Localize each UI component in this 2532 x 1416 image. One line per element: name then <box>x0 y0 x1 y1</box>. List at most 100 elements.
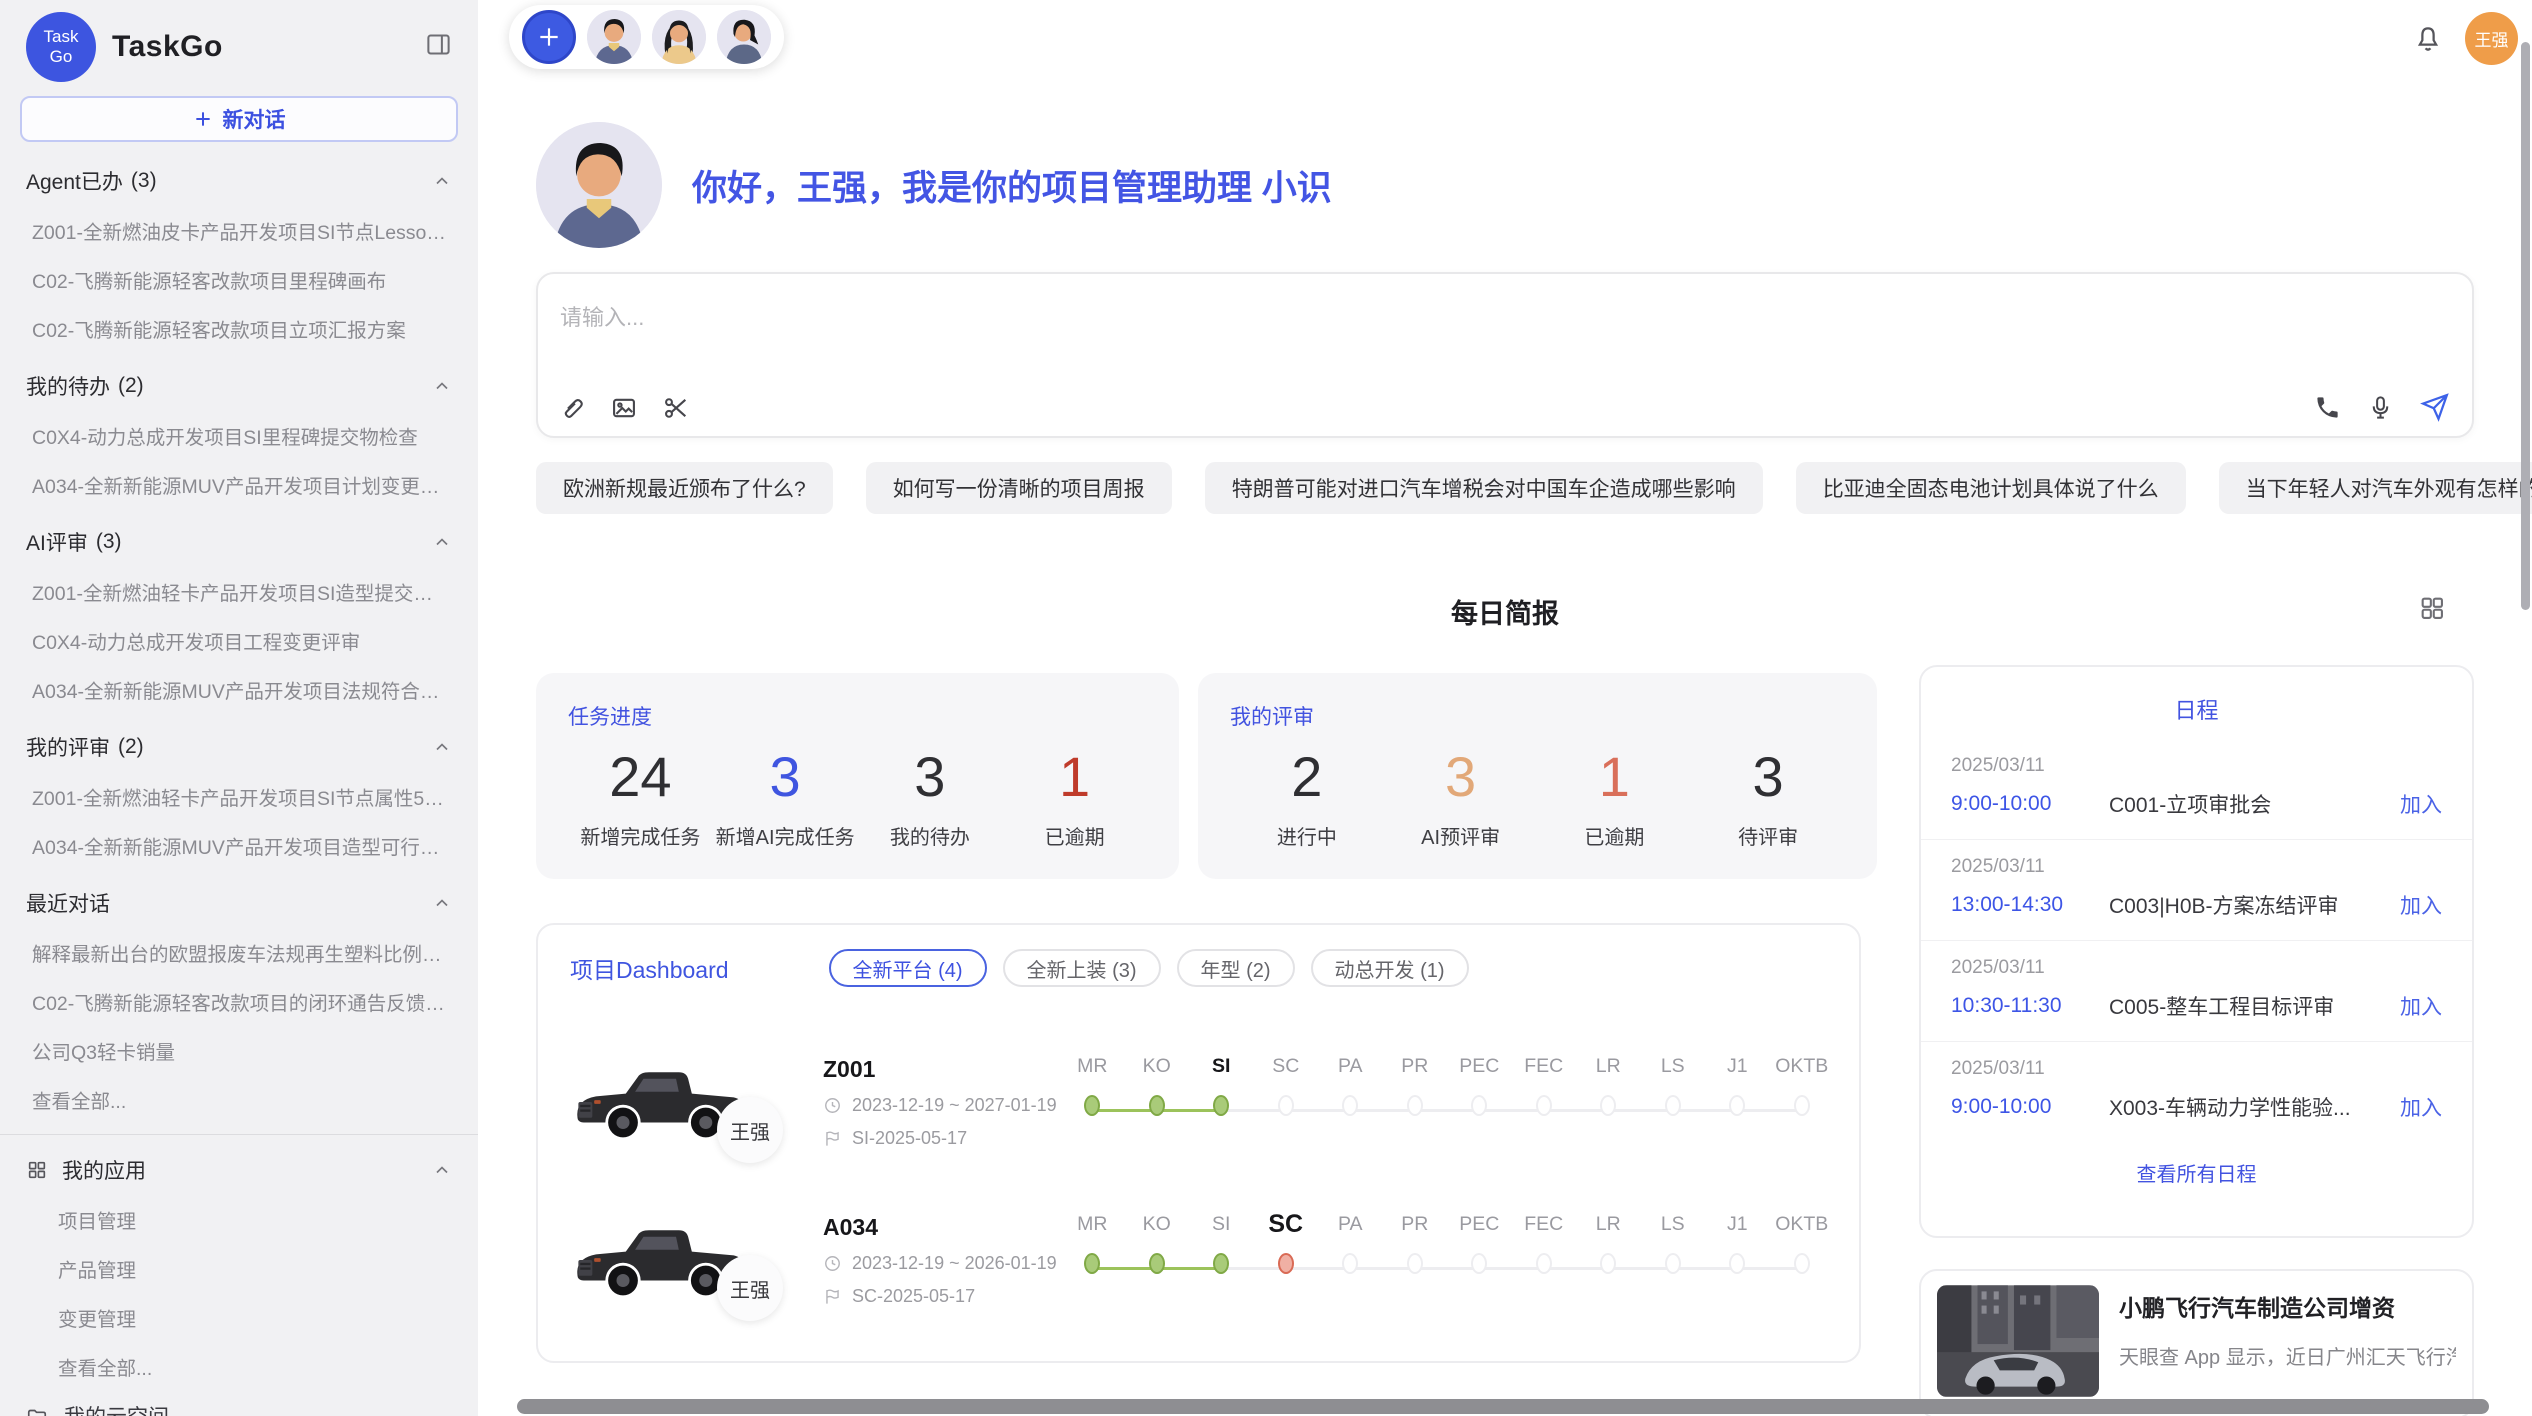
milestone-dot[interactable] <box>1342 1253 1358 1274</box>
layout-grid-icon[interactable] <box>2418 594 2446 627</box>
join-button[interactable]: 加入 <box>2400 991 2442 1021</box>
milestone-dot[interactable] <box>1665 1253 1681 1274</box>
milestone-dot[interactable] <box>1342 1095 1358 1116</box>
scissors-icon[interactable] <box>662 394 690 422</box>
recent-chat-item[interactable]: 解释最新出台的欧盟报废车法规再生塑料比例被调至15%... <box>0 928 478 977</box>
horizontal-scrollbar[interactable] <box>517 1399 2489 1414</box>
list-item[interactable]: A034-全新新能源MUV产品开发项目法规符合性评审 <box>0 665 478 714</box>
list-item[interactable]: Z001-全新燃油轻卡产品开发项目SI造型提交物评审 <box>0 567 478 616</box>
milestone-label: FEC <box>1512 1211 1577 1237</box>
send-icon[interactable] <box>2420 392 2450 422</box>
chevron-up-icon[interactable] <box>432 737 452 757</box>
chevron-up-icon[interactable] <box>432 532 452 552</box>
milestone-dot[interactable] <box>1084 1253 1100 1274</box>
schedule-event: 2025/03/11 13:00-14:30 C003|H0B-方案冻结评审 加… <box>1921 840 2472 941</box>
milestone-dot[interactable] <box>1084 1095 1100 1116</box>
section-title: AI评审 <box>26 527 88 557</box>
milestone-dot[interactable] <box>1213 1095 1229 1116</box>
suggestion-chip[interactable]: 比亚迪全固态电池计划具体说了什么 <box>1796 462 2186 514</box>
suggestion-chips: 欧洲新规最近颁布了什么? 如何写一份清晰的项目周报 特朗普可能对进口汽车增税会对… <box>536 462 2474 514</box>
recent-chat-item[interactable]: 公司Q3轻卡销量 <box>0 1026 478 1075</box>
suggestion-chip[interactable]: 如何写一份清晰的项目周报 <box>866 462 1172 514</box>
list-item[interactable]: C0X4-动力总成开发项目工程变更评审 <box>0 616 478 665</box>
stat-new-done[interactable]: 24 新增完成任务 <box>568 745 713 850</box>
milestone-dot[interactable] <box>1536 1095 1552 1116</box>
join-button[interactable]: 加入 <box>2400 789 2442 819</box>
chat-input[interactable] <box>560 300 2160 370</box>
milestone-dot[interactable] <box>1407 1253 1423 1274</box>
list-item[interactable]: A034-全新新能源MUV产品开发项目造型可行性评审 <box>0 821 478 870</box>
milestone-dot[interactable] <box>1471 1253 1487 1274</box>
apps-grid-icon <box>26 1159 48 1181</box>
section-header[interactable]: 我的应用 <box>0 1145 478 1195</box>
section-count: (3) <box>131 169 157 193</box>
stat-overdue[interactable]: 1 已逾期 <box>1002 745 1147 850</box>
stat-new-ai-done[interactable]: 3 新增AI完成任务 <box>713 745 858 850</box>
sidebar-item-cloud-space[interactable]: 我的云空间 <box>0 1391 478 1416</box>
milestone-dot[interactable] <box>1278 1095 1294 1116</box>
milestone-dot[interactable] <box>1149 1253 1165 1274</box>
section-header[interactable]: 我的待办 (2) <box>0 361 478 411</box>
chevron-up-icon[interactable] <box>432 376 452 396</box>
tab-year-model[interactable]: 年型 (2) <box>1177 949 1295 987</box>
milestone-dot[interactable] <box>1278 1253 1294 1274</box>
section-header[interactable]: 我的评审 (2) <box>0 722 478 772</box>
milestone-dot[interactable] <box>1729 1095 1745 1116</box>
project-row[interactable]: 王强 A034 2023-12-19 ~ 2026-01-19 <box>538 1181 1859 1339</box>
section-header[interactable]: AI评审 (3) <box>0 517 478 567</box>
stat-ai-pre-review[interactable]: 3 AI预评审 <box>1384 745 1538 850</box>
milestone-label: LR <box>1576 1053 1641 1079</box>
recent-chat-item[interactable]: C02-飞腾新能源轻客改款项目的闭环通告反馈情况 <box>0 977 478 1026</box>
suggestion-chip[interactable]: 当下年轻人对汽车外观有怎样的喜好趋势 <box>2219 462 2532 514</box>
tab-all-new-platform[interactable]: 全新平台 (4) <box>829 949 987 987</box>
collapse-sidebar-icon[interactable] <box>425 31 452 63</box>
milestone-dot[interactable] <box>1407 1095 1423 1116</box>
list-item[interactable]: A034-全新新能源MUV产品开发项目计划变更表编写 <box>0 460 478 509</box>
milestone-dot[interactable] <box>1665 1095 1681 1116</box>
section-header[interactable]: 最近对话 <box>0 878 478 928</box>
milestone-dot[interactable] <box>1149 1095 1165 1116</box>
milestone-dot[interactable] <box>1536 1253 1552 1274</box>
stat-pending-review[interactable]: 3 待评审 <box>1691 745 1845 850</box>
join-button[interactable]: 加入 <box>2400 890 2442 920</box>
milestone-dot[interactable] <box>1213 1253 1229 1274</box>
milestone-dot[interactable] <box>1794 1095 1810 1116</box>
milestone-dot[interactable] <box>1600 1095 1616 1116</box>
suggestion-chip[interactable]: 特朗普可能对进口汽车增税会对中国车企造成哪些影响 <box>1205 462 1763 514</box>
view-all-chats-link[interactable]: 查看全部... <box>0 1075 478 1124</box>
image-icon[interactable] <box>610 394 638 422</box>
list-item[interactable]: C0X4-动力总成开发项目SI里程碑提交物检查 <box>0 411 478 460</box>
join-button[interactable]: 加入 <box>2400 1092 2442 1122</box>
list-item[interactable]: C02-飞腾新能源轻客改款项目立项汇报方案 <box>0 304 478 353</box>
tab-powertrain[interactable]: 动总开发 (1) <box>1311 949 1469 987</box>
phone-icon[interactable] <box>2314 394 2341 421</box>
milestone-dot[interactable] <box>1471 1095 1487 1116</box>
chevron-up-icon[interactable] <box>432 893 452 913</box>
chevron-up-icon[interactable] <box>432 171 452 191</box>
tab-new-body[interactable]: 全新上装 (3) <box>1003 949 1161 987</box>
paperclip-icon[interactable] <box>558 394 586 422</box>
new-chat-button[interactable]: 新对话 <box>20 96 458 142</box>
news-card[interactable]: 小鹏飞行汽车制造公司增资 天眼查 App 显示，近日广州汇天飞行汽... <box>1919 1269 2474 1416</box>
chevron-up-icon[interactable] <box>432 1160 452 1180</box>
stat-my-todo[interactable]: 3 我的待办 <box>858 745 1003 850</box>
project-row[interactable]: 王强 Z001 2023-12-19 ~ 2027-01-19 <box>538 1023 1859 1181</box>
app-item-project-mgmt[interactable]: 项目管理 <box>0 1195 478 1244</box>
suggestion-chip[interactable]: 欧洲新规最近颁布了什么? <box>536 462 833 514</box>
milestone-dot[interactable] <box>1794 1253 1810 1274</box>
stat-in-progress[interactable]: 2 进行中 <box>1230 745 1384 850</box>
app-item-change-mgmt[interactable]: 变更管理 <box>0 1293 478 1342</box>
project-row-partial[interactable] <box>538 1339 1859 1363</box>
view-all-apps-link[interactable]: 查看全部... <box>0 1342 478 1391</box>
list-item[interactable]: Z001-全新燃油轻卡产品开发项目SI节点属性5D文件评审 <box>0 772 478 821</box>
milestone-dot[interactable] <box>1729 1253 1745 1274</box>
vertical-scrollbar[interactable] <box>2521 42 2530 610</box>
section-header[interactable]: Agent已办 (3) <box>0 156 478 206</box>
list-item[interactable]: C02-飞腾新能源轻客改款项目里程碑画布 <box>0 255 478 304</box>
list-item[interactable]: Z001-全新燃油皮卡产品开发项目SI节点Lesson Learn报告 <box>0 206 478 255</box>
milestone-dot[interactable] <box>1600 1253 1616 1274</box>
microphone-icon[interactable] <box>2367 394 2394 421</box>
app-item-product-mgmt[interactable]: 产品管理 <box>0 1244 478 1293</box>
stat-review-overdue[interactable]: 1 已逾期 <box>1538 745 1692 850</box>
view-all-schedule-link[interactable]: 查看所有日程 <box>1921 1158 2472 1187</box>
